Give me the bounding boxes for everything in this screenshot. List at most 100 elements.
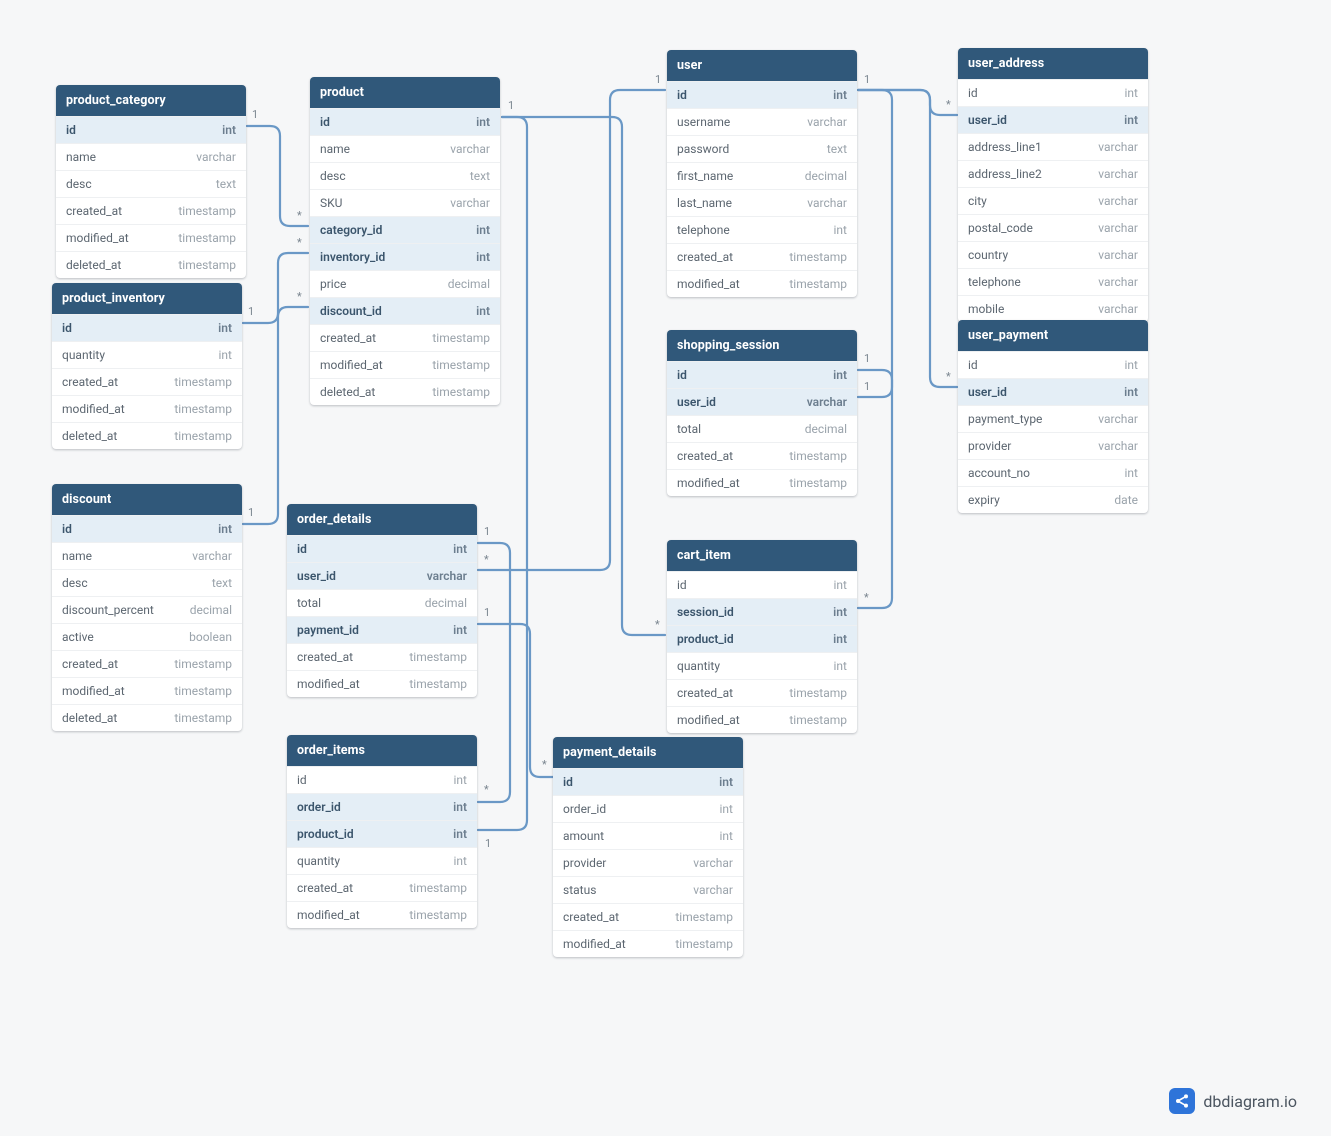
- table-header[interactable]: user_payment: [958, 320, 1148, 351]
- table-row[interactable]: category_idint: [310, 216, 500, 243]
- table-row[interactable]: quantityint: [667, 652, 857, 679]
- table-row[interactable]: modified_attimestamp: [667, 706, 857, 733]
- table-row[interactable]: amountint: [553, 822, 743, 849]
- table-row[interactable]: last_namevarchar: [667, 189, 857, 216]
- table-row[interactable]: deleted_attimestamp: [52, 704, 242, 731]
- table-header[interactable]: shopping_session: [667, 330, 857, 361]
- table-row[interactable]: countryvarchar: [958, 241, 1148, 268]
- table-row[interactable]: idint: [958, 79, 1148, 106]
- table-header[interactable]: order_items: [287, 735, 477, 766]
- table-row[interactable]: address_line2varchar: [958, 160, 1148, 187]
- table-user[interactable]: useridintusernamevarcharpasswordtextfirs…: [667, 50, 857, 297]
- table-row[interactable]: namevarchar: [56, 143, 246, 170]
- table-row[interactable]: created_attimestamp: [667, 442, 857, 469]
- table-row[interactable]: idint: [287, 766, 477, 793]
- table-row[interactable]: created_attimestamp: [287, 643, 477, 670]
- table-row[interactable]: telephoneint: [667, 216, 857, 243]
- table-row[interactable]: providervarchar: [553, 849, 743, 876]
- table-row[interactable]: user_idvarchar: [667, 388, 857, 415]
- table-row[interactable]: created_attimestamp: [52, 650, 242, 677]
- table-header[interactable]: product: [310, 77, 500, 108]
- table-row[interactable]: modified_attimestamp: [553, 930, 743, 957]
- table-row[interactable]: SKUvarchar: [310, 189, 500, 216]
- table-row[interactable]: idint: [958, 351, 1148, 378]
- table-header[interactable]: payment_details: [553, 737, 743, 768]
- table-user-address[interactable]: user_addressidintuser_idintaddress_line1…: [958, 48, 1148, 322]
- table-row[interactable]: modified_attimestamp: [287, 670, 477, 697]
- table-row[interactable]: idint: [553, 768, 743, 795]
- table-row[interactable]: product_idint: [667, 625, 857, 652]
- table-row[interactable]: inventory_idint: [310, 243, 500, 270]
- table-row[interactable]: modified_attimestamp: [56, 224, 246, 251]
- table-row[interactable]: totaldecimal: [287, 589, 477, 616]
- table-header[interactable]: product_category: [56, 85, 246, 116]
- er-diagram-canvas[interactable]: 1 * 1 * 1 * 1 * 1 1 * 1 * * 1 1 * 1 1 * …: [0, 0, 1331, 1136]
- table-row[interactable]: pricedecimal: [310, 270, 500, 297]
- table-row[interactable]: desctext: [56, 170, 246, 197]
- table-row[interactable]: desctext: [52, 569, 242, 596]
- table-row[interactable]: namevarchar: [52, 542, 242, 569]
- table-row[interactable]: deleted_attimestamp: [310, 378, 500, 405]
- table-header[interactable]: user: [667, 50, 857, 81]
- table-header[interactable]: user_address: [958, 48, 1148, 79]
- table-header[interactable]: order_details: [287, 504, 477, 535]
- table-row[interactable]: telephonevarchar: [958, 268, 1148, 295]
- table-row[interactable]: activeboolean: [52, 623, 242, 650]
- table-order-details[interactable]: order_detailsidintuser_idvarchartotaldec…: [287, 504, 477, 697]
- table-row[interactable]: idint: [310, 108, 500, 135]
- table-row[interactable]: idint: [667, 571, 857, 598]
- table-row[interactable]: providervarchar: [958, 432, 1148, 459]
- table-product[interactable]: productidintnamevarchardesctextSKUvarcha…: [310, 77, 500, 405]
- table-row[interactable]: postal_codevarchar: [958, 214, 1148, 241]
- table-row[interactable]: discount_idint: [310, 297, 500, 324]
- brand-logo[interactable]: dbdiagram.io: [1169, 1088, 1297, 1114]
- table-cart-item[interactable]: cart_itemidintsession_idintproduct_idint…: [667, 540, 857, 733]
- table-row[interactable]: created_attimestamp: [310, 324, 500, 351]
- table-row[interactable]: expirydate: [958, 486, 1148, 513]
- table-row[interactable]: created_attimestamp: [52, 368, 242, 395]
- table-row[interactable]: created_attimestamp: [667, 243, 857, 270]
- table-row[interactable]: user_idint: [958, 106, 1148, 133]
- table-header[interactable]: discount: [52, 484, 242, 515]
- table-row[interactable]: created_attimestamp: [553, 903, 743, 930]
- table-row[interactable]: mobilevarchar: [958, 295, 1148, 322]
- table-row[interactable]: modified_attimestamp: [52, 395, 242, 422]
- table-row[interactable]: payment_idint: [287, 616, 477, 643]
- table-row[interactable]: order_idint: [553, 795, 743, 822]
- table-row[interactable]: modified_attimestamp: [667, 469, 857, 496]
- table-row[interactable]: desctext: [310, 162, 500, 189]
- table-row[interactable]: address_line1varchar: [958, 133, 1148, 160]
- table-row[interactable]: passwordtext: [667, 135, 857, 162]
- table-row[interactable]: user_idvarchar: [287, 562, 477, 589]
- table-row[interactable]: cityvarchar: [958, 187, 1148, 214]
- table-row[interactable]: statusvarchar: [553, 876, 743, 903]
- table-row[interactable]: quantityint: [52, 341, 242, 368]
- table-row[interactable]: idint: [287, 535, 477, 562]
- table-shopping-session[interactable]: shopping_sessionidintuser_idvarchartotal…: [667, 330, 857, 496]
- table-user-payment[interactable]: user_paymentidintuser_idintpayment_typev…: [958, 320, 1148, 513]
- table-row[interactable]: totaldecimal: [667, 415, 857, 442]
- table-discount[interactable]: discountidintnamevarchardesctextdiscount…: [52, 484, 242, 731]
- table-row[interactable]: session_idint: [667, 598, 857, 625]
- table-row[interactable]: deleted_attimestamp: [56, 251, 246, 278]
- table-row[interactable]: quantityint: [287, 847, 477, 874]
- table-row[interactable]: idint: [52, 515, 242, 542]
- table-header[interactable]: cart_item: [667, 540, 857, 571]
- table-row[interactable]: modified_attimestamp: [52, 677, 242, 704]
- table-row[interactable]: idint: [56, 116, 246, 143]
- table-row[interactable]: discount_percentdecimal: [52, 596, 242, 623]
- table-order-items[interactable]: order_itemsidintorder_idintproduct_idint…: [287, 735, 477, 928]
- table-row[interactable]: product_idint: [287, 820, 477, 847]
- table-row[interactable]: first_namedecimal: [667, 162, 857, 189]
- table-row[interactable]: payment_typevarchar: [958, 405, 1148, 432]
- table-header[interactable]: product_inventory: [52, 283, 242, 314]
- table-row[interactable]: idint: [667, 81, 857, 108]
- table-row[interactable]: namevarchar: [310, 135, 500, 162]
- table-payment-details[interactable]: payment_detailsidintorder_idintamountint…: [553, 737, 743, 957]
- table-row[interactable]: modified_attimestamp: [310, 351, 500, 378]
- table-row[interactable]: modified_attimestamp: [667, 270, 857, 297]
- table-product-inventory[interactable]: product_inventoryidintquantityintcreated…: [52, 283, 242, 449]
- table-row[interactable]: account_noint: [958, 459, 1148, 486]
- table-row[interactable]: created_attimestamp: [287, 874, 477, 901]
- table-row[interactable]: idint: [52, 314, 242, 341]
